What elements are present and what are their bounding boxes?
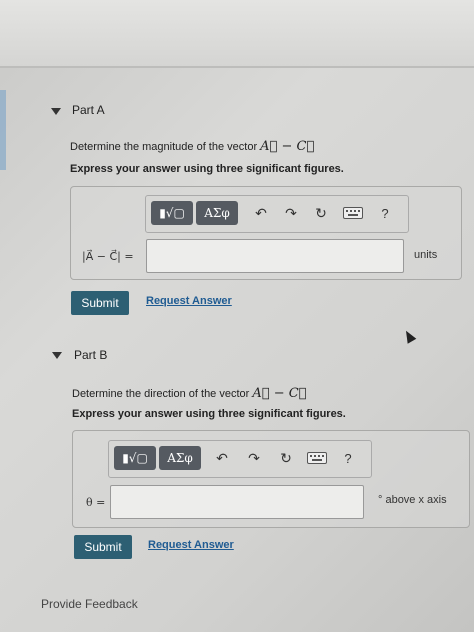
keyboard-icon[interactable] bbox=[342, 205, 364, 221]
redo-icon[interactable]: ↷ bbox=[282, 203, 300, 223]
page-header-area bbox=[0, 0, 474, 66]
part-b-answer-label: θ = bbox=[86, 496, 106, 509]
part-b-submit-button[interactable]: Submit bbox=[74, 535, 132, 559]
part-b-instruction: Express your answer using three signific… bbox=[72, 408, 346, 420]
part-a-answer-input[interactable] bbox=[146, 239, 404, 273]
mouse-pointer-icon bbox=[401, 328, 417, 344]
greek-symbols-button[interactable]: ΑΣφ bbox=[159, 446, 201, 470]
provide-feedback-link[interactable]: Provide Feedback bbox=[41, 597, 138, 611]
part-b-question-math: A⃗ − C⃗ bbox=[252, 386, 307, 401]
part-b-request-answer-link[interactable]: Request Answer bbox=[148, 539, 234, 551]
collapse-caret-icon[interactable] bbox=[52, 352, 62, 359]
undo-icon[interactable]: ↶ bbox=[213, 448, 231, 468]
templates-button[interactable]: ▮√▢ bbox=[114, 446, 156, 470]
part-a-answer-label: |A⃗ − C⃗| = bbox=[82, 250, 134, 263]
part-a-title[interactable]: Part A bbox=[72, 103, 105, 117]
reset-icon[interactable]: ↻ bbox=[277, 448, 295, 468]
part-b-units: ° above x axis bbox=[378, 494, 447, 506]
redo-icon[interactable]: ↷ bbox=[245, 448, 263, 468]
reset-icon[interactable]: ↻ bbox=[312, 203, 330, 223]
part-a-question-math: A⃗ − C⃗ bbox=[260, 139, 315, 154]
part-b-title[interactable]: Part B bbox=[74, 348, 107, 362]
undo-icon[interactable]: ↶ bbox=[252, 203, 270, 223]
part-b-answer-input[interactable] bbox=[110, 485, 364, 519]
part-a-instruction: Express your answer using three signific… bbox=[70, 163, 344, 175]
divider bbox=[0, 66, 474, 68]
part-a-request-answer-link[interactable]: Request Answer bbox=[146, 295, 232, 307]
collapse-caret-icon[interactable] bbox=[51, 108, 61, 115]
templates-button[interactable]: ▮√▢ bbox=[151, 201, 193, 225]
section-indicator bbox=[0, 90, 6, 170]
keyboard-icon[interactable] bbox=[306, 450, 328, 466]
help-icon[interactable]: ? bbox=[339, 448, 357, 468]
part-a-question: Determine the magnitude of the vector A⃗… bbox=[70, 139, 314, 154]
help-icon[interactable]: ? bbox=[376, 203, 394, 223]
greek-symbols-button[interactable]: ΑΣφ bbox=[196, 201, 238, 225]
part-b-question-text: Determine the direction of the vector bbox=[72, 388, 253, 400]
part-b-question: Determine the direction of the vector A⃗… bbox=[72, 386, 306, 401]
part-a-units: units bbox=[414, 249, 438, 261]
part-a-question-text: Determine the magnitude of the vector bbox=[70, 141, 261, 153]
part-a-submit-button[interactable]: Submit bbox=[71, 291, 129, 315]
